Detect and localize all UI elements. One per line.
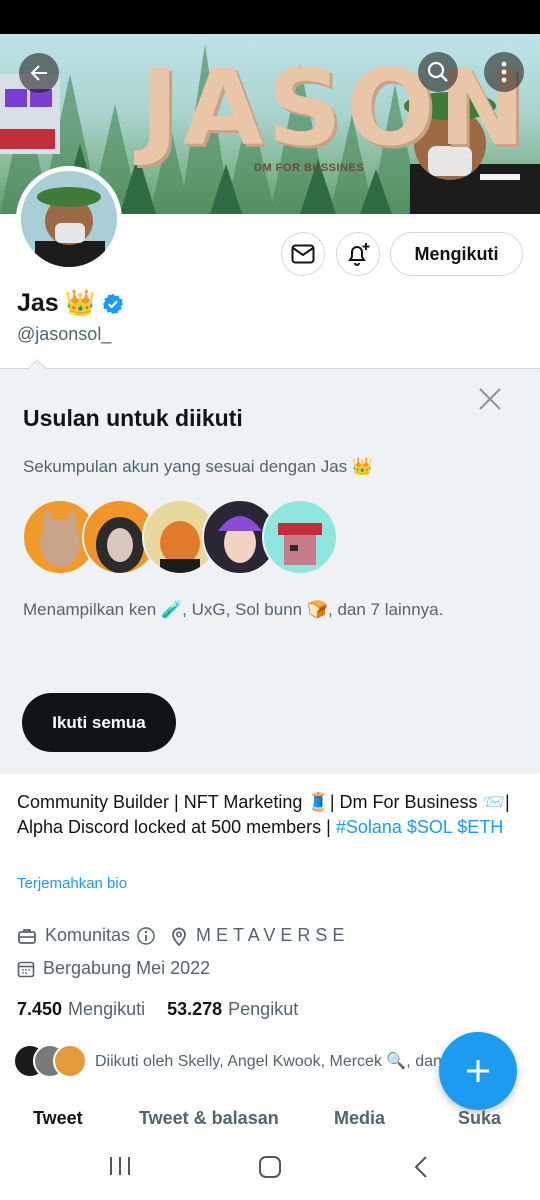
location-pin-icon: [172, 927, 186, 946]
status-bar: [0, 0, 540, 34]
tab-tweet-replies[interactable]: Tweet & balasan: [139, 1108, 279, 1129]
following-count-link[interactable]: 7.450 Mengikuti: [17, 999, 145, 1020]
notifications-button[interactable]: [336, 232, 380, 276]
tab-tweet[interactable]: Tweet: [33, 1108, 83, 1129]
profile-name-text: Jas: [17, 289, 59, 317]
suggestions-title: Usulan untuk diikuti: [23, 405, 243, 431]
verified-badge-icon: [102, 293, 123, 314]
message-button[interactable]: [281, 232, 325, 276]
profile-tabs: Tweet Tweet & balasan Media Suka: [0, 1096, 540, 1142]
profile-joined-date: Bergabung Mei 2022: [43, 958, 211, 978]
profile-meta-row: Komunitas METAVERSE: [17, 925, 349, 946]
arrow-left-icon: [30, 65, 47, 81]
follow-all-button[interactable]: Ikuti semua: [22, 693, 176, 752]
bell-plus-icon: [348, 243, 370, 266]
system-nav-bar: [0, 1142, 540, 1200]
profile-avatar[interactable]: [16, 166, 122, 272]
plus-icon: [467, 1060, 489, 1082]
follower-avatar-3: [53, 1044, 87, 1078]
followed-by-row[interactable]: Diikuti oleh Skelly, Angel Kwook, Mercek…: [13, 1044, 455, 1078]
bio-hashtag-solana[interactable]: #Solana: [336, 817, 402, 837]
info-icon[interactable]: [136, 926, 156, 946]
banner-subtitle: DM FOR BUSSINES: [254, 162, 365, 174]
suggestions-subtitle: Sekumpulan akun yang sesuai dengan Jas 👑: [23, 457, 374, 476]
card-pointer: [27, 359, 47, 379]
follow-suggestions-card: Usulan untuk diikuti Sekumpulan akun yan…: [0, 359, 540, 774]
suggested-avatars[interactable]: [22, 499, 338, 579]
crown-emoji: 👑: [64, 289, 96, 317]
briefcase-icon: [18, 928, 36, 944]
tab-media[interactable]: Media: [334, 1108, 385, 1129]
following-label: Mengikuti: [68, 999, 146, 1019]
translate-bio-link[interactable]: Terjemahkan bio: [17, 875, 127, 892]
profile-joined-row: Bergabung Mei 2022: [17, 958, 210, 979]
profile-bio: Community Builder | NFT Marketing 🧵| Dm …: [17, 790, 517, 840]
more-vertical-icon: [501, 61, 507, 83]
suggested-avatar-5[interactable]: [262, 499, 338, 575]
follow-counts: 7.450 Mengikuti 53.278 Pengikut: [17, 999, 298, 1020]
profile-handle: @jasonsol_: [17, 324, 112, 344]
search-icon: [427, 61, 448, 82]
avatar-image: [21, 171, 117, 267]
more-options-button[interactable]: [484, 52, 524, 92]
envelope-icon: [291, 244, 315, 264]
suggestions-meta: Menampilkan ken 🧪, UxG, Sol bunn 🍞, dan …: [23, 600, 444, 619]
bio-cashtag-sol[interactable]: $SOL: [407, 817, 452, 837]
followers-count: 53.278: [167, 999, 223, 1019]
profile-category: Komunitas: [45, 925, 131, 945]
following-button[interactable]: Mengikuti: [390, 232, 523, 276]
calendar-icon: [17, 961, 35, 977]
tab-likes[interactable]: Suka: [458, 1108, 501, 1129]
home-icon[interactable]: [258, 1155, 282, 1179]
followed-by-text: Diikuti oleh Skelly, Angel Kwook, Mercek…: [95, 1053, 442, 1070]
profile-location: METAVERSE: [196, 925, 350, 945]
followers-count-link[interactable]: 53.278 Pengikut: [167, 999, 298, 1020]
banner-title: JASON: [140, 47, 530, 169]
back-nav-icon[interactable]: [412, 1155, 430, 1179]
profile-name: Jas 👑: [17, 289, 124, 318]
followers-label: Pengikut: [228, 999, 299, 1019]
pixel-avatar-icon: [278, 523, 322, 565]
bio-cashtag-eth[interactable]: $ETH: [457, 817, 503, 837]
back-button[interactable]: [19, 53, 59, 93]
following-count: 7.450: [17, 999, 63, 1019]
search-button[interactable]: [418, 52, 458, 92]
recent-apps-icon[interactable]: [108, 1155, 132, 1177]
close-icon[interactable]: [476, 385, 504, 413]
